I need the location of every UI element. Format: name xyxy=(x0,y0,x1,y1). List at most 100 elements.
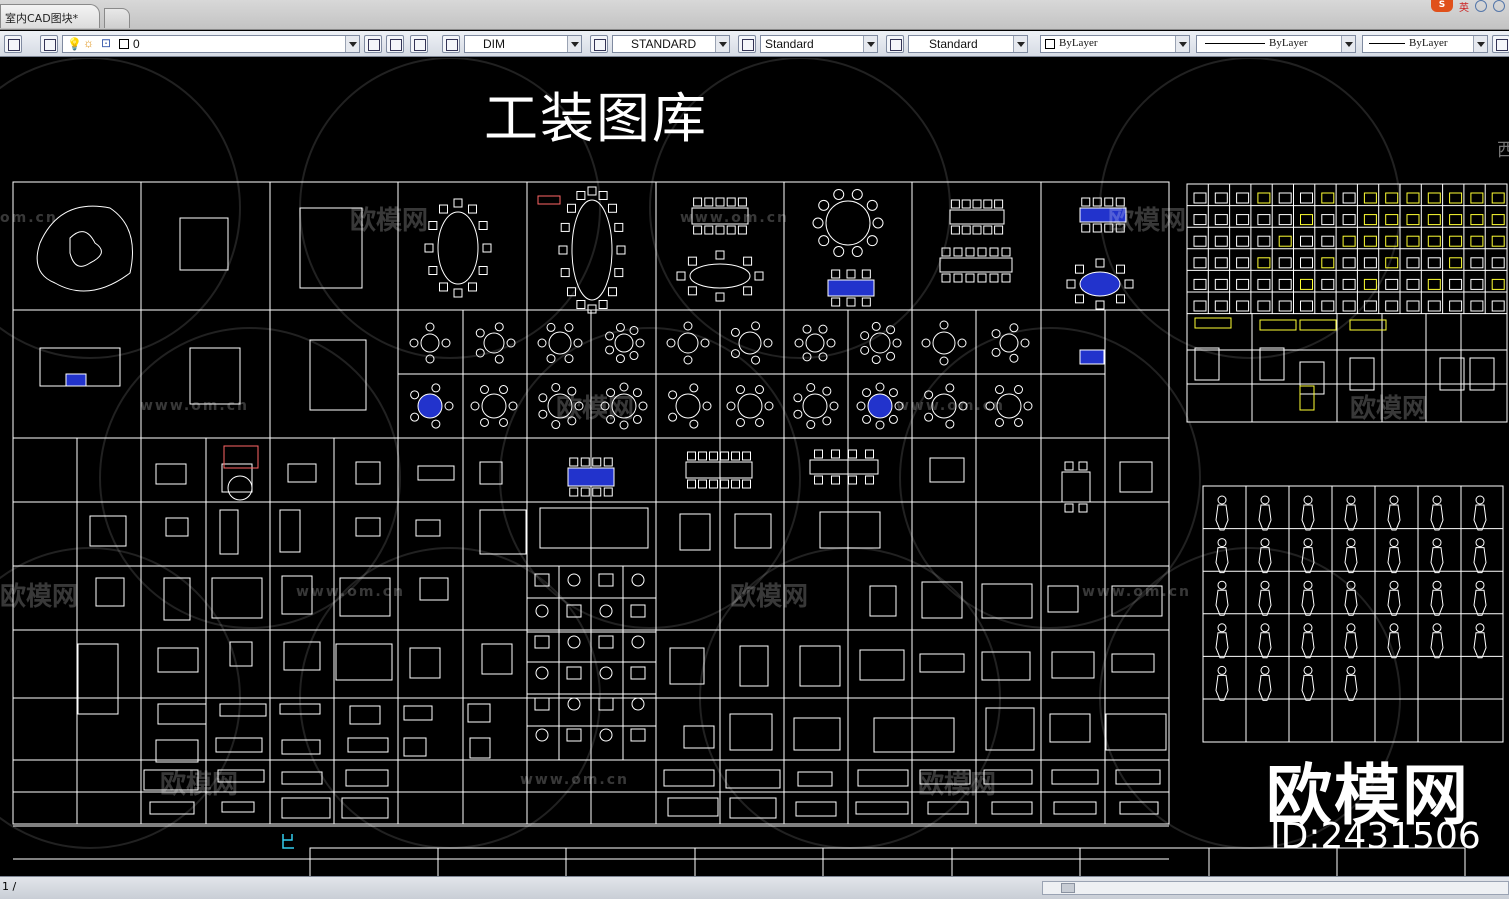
chair-symbol xyxy=(1115,197,1125,207)
layer-isolate-icon[interactable] xyxy=(410,35,428,53)
chair-symbol xyxy=(764,401,774,411)
table-symbol xyxy=(802,393,828,419)
sanitary-symbol xyxy=(1236,257,1250,269)
chair-symbol xyxy=(603,487,613,497)
multileader-style-icon[interactable] xyxy=(886,35,904,53)
bathtub-symbol xyxy=(1259,319,1297,331)
layer-previous-icon[interactable] xyxy=(386,35,404,53)
chevron-down-icon[interactable] xyxy=(1013,36,1027,52)
person-symbol xyxy=(1430,504,1444,531)
furniture-symbol xyxy=(283,641,321,671)
lineweight-dropdown[interactable]: ByLayer xyxy=(1362,35,1488,53)
chair-symbol xyxy=(482,243,492,253)
furniture-symbol xyxy=(1049,713,1091,743)
input-language[interactable]: 英 xyxy=(1459,0,1469,14)
help-icon[interactable] xyxy=(1493,0,1505,12)
chair-symbol xyxy=(441,338,451,348)
table-style-icon[interactable] xyxy=(738,35,756,53)
chair-symbol xyxy=(831,449,840,459)
furniture-symbol xyxy=(403,705,433,721)
layout-tab-nav[interactable]: 1 / xyxy=(2,880,16,893)
chair-symbol xyxy=(989,273,999,283)
furniture-symbol xyxy=(355,517,381,537)
chair-symbol xyxy=(892,338,902,348)
settings-icon[interactable] xyxy=(1475,0,1487,12)
chair-symbol xyxy=(793,393,803,403)
chair-symbol xyxy=(1074,264,1084,274)
furniture-symbol xyxy=(409,647,441,679)
chair-symbol xyxy=(875,382,885,392)
table-symbol xyxy=(691,207,749,225)
text-style-icon[interactable] xyxy=(442,35,460,53)
sanitary-symbol xyxy=(1491,192,1505,204)
furniture-symbol xyxy=(299,207,363,289)
table-symbol xyxy=(939,257,1013,273)
chair-symbol xyxy=(475,328,485,338)
chair-symbol xyxy=(736,385,745,395)
layer-dropdown[interactable]: 💡 ☼ ⊡ 0 xyxy=(62,35,360,53)
sanitary-symbol xyxy=(1236,235,1250,247)
person-symbol xyxy=(1430,547,1444,574)
horizontal-scrollbar[interactable] xyxy=(1042,881,1509,895)
layer-manager-icon[interactable] xyxy=(4,35,22,53)
make-current-layer-icon[interactable] xyxy=(364,35,382,53)
linetype-dropdown[interactable]: ByLayer xyxy=(1196,35,1356,53)
chevron-down-icon[interactable] xyxy=(715,36,729,52)
plot-style-icon[interactable] xyxy=(1492,35,1509,53)
text-style-dropdown[interactable]: DIM xyxy=(464,35,582,53)
sanitary-symbol xyxy=(1321,278,1335,290)
chair-symbol xyxy=(687,451,696,461)
chevron-down-icon[interactable] xyxy=(1473,36,1487,52)
dim-style-icon[interactable] xyxy=(590,35,608,53)
drawing-canvas[interactable]: 工装图库 西 欧模网 欧模网 om.cn 欧模网 www.om.cn 欧模网 w… xyxy=(0,58,1509,876)
chevron-down-icon[interactable] xyxy=(345,36,359,52)
chair-symbol xyxy=(831,269,841,279)
person-symbol xyxy=(1260,580,1270,590)
chair-symbol xyxy=(957,338,967,348)
chair-symbol xyxy=(1095,258,1105,268)
color-dropdown[interactable]: ByLayer xyxy=(1040,35,1190,53)
person-symbol xyxy=(1475,495,1485,505)
chevron-down-icon[interactable] xyxy=(1175,36,1189,52)
bulb-icon: 💡 xyxy=(67,37,82,51)
lineweight-value: ByLayer xyxy=(1409,37,1448,49)
chair-symbol xyxy=(1124,279,1134,289)
document-tab[interactable]: 室内CAD图块* xyxy=(0,4,100,28)
table-symbol xyxy=(1061,471,1091,503)
new-tab-button[interactable] xyxy=(104,8,130,28)
table-style-dropdown[interactable]: Standard xyxy=(760,35,878,53)
furniture-symbol xyxy=(683,725,715,749)
chevron-down-icon[interactable] xyxy=(1341,36,1355,52)
input-method-icon[interactable]: S xyxy=(1431,0,1453,12)
sanitary-symbol xyxy=(1300,235,1313,247)
chair-symbol xyxy=(875,420,885,430)
multileader-style-dropdown[interactable]: Standard xyxy=(908,35,1028,53)
chair-symbol xyxy=(743,256,753,266)
furniture-symbol xyxy=(89,515,127,547)
person-symbol xyxy=(1475,538,1485,548)
chair-symbol xyxy=(939,356,949,366)
dim-style-dropdown[interactable]: STANDARD xyxy=(612,35,730,53)
chair-symbol xyxy=(1066,279,1076,289)
chair-symbol xyxy=(871,321,881,331)
chair-symbol xyxy=(814,475,823,485)
chevron-down-icon[interactable] xyxy=(567,36,581,52)
furniture-symbol xyxy=(219,509,239,555)
furniture-symbol xyxy=(869,585,897,617)
furniture-symbol xyxy=(157,647,199,673)
furniture-symbol xyxy=(279,509,301,553)
small-symbol xyxy=(630,728,646,742)
person-symbol xyxy=(1303,665,1313,675)
furniture-symbol xyxy=(217,769,265,783)
table-symbol xyxy=(805,333,825,353)
sanitary-symbol xyxy=(1214,192,1228,204)
furniture-symbol xyxy=(281,771,323,785)
layer-state-icon[interactable] xyxy=(40,35,58,53)
chair-symbol xyxy=(560,222,570,232)
chevron-down-icon[interactable] xyxy=(863,36,877,52)
chair-symbol xyxy=(468,204,477,214)
furniture-symbol xyxy=(663,769,715,787)
scrollbar-thumb[interactable] xyxy=(1061,883,1075,893)
watermark-circle xyxy=(1099,58,1401,359)
bathtub-symbol xyxy=(1299,319,1337,331)
